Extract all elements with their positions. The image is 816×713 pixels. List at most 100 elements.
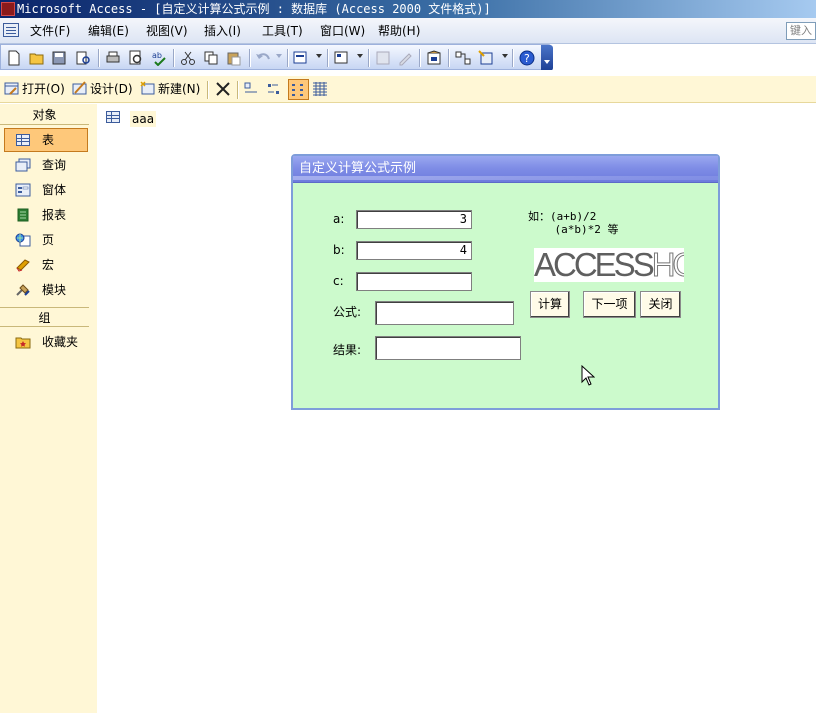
toolbar-separator bbox=[448, 49, 449, 67]
label-a: a: bbox=[333, 212, 345, 226]
menu-edit[interactable]: 编辑(E) bbox=[88, 23, 129, 39]
group-favorites[interactable]: 收藏夹 bbox=[4, 330, 88, 354]
toolbar-separator bbox=[173, 49, 174, 67]
design-button[interactable]: 设计(D) bbox=[72, 80, 133, 99]
office-links-icon[interactable] bbox=[293, 50, 309, 66]
object-macros-label: 宏 bbox=[42, 258, 55, 272]
formula-hint-line-1: 如：(a+b)/2 bbox=[528, 210, 597, 223]
close-button[interactable]: 关闭 bbox=[640, 291, 681, 318]
print-icon[interactable] bbox=[105, 50, 121, 66]
design-icon bbox=[72, 81, 87, 95]
object-forms-label: 窗体 bbox=[42, 183, 67, 197]
script-editor-icon[interactable] bbox=[397, 50, 413, 66]
menu-window[interactable]: 窗口(W) bbox=[320, 23, 365, 39]
macro-icon bbox=[16, 259, 30, 272]
table-entry-aaa[interactable]: aaa bbox=[130, 111, 157, 127]
favorites-folder-icon bbox=[15, 337, 31, 349]
input-c[interactable] bbox=[356, 272, 472, 291]
menu-file[interactable]: 文件(F) bbox=[30, 23, 70, 39]
copy-icon[interactable] bbox=[203, 50, 219, 66]
window-title-bar: Microsoft Access - [自定义计算公式示例 : 数据库 (Acc… bbox=[0, 0, 816, 18]
input-b[interactable]: 4 bbox=[356, 241, 472, 260]
groups-header[interactable]: 组 bbox=[0, 307, 89, 327]
title-decoration bbox=[293, 176, 718, 180]
object-forms[interactable]: 窗体 bbox=[4, 178, 88, 202]
toolbar-separator bbox=[98, 49, 99, 67]
office-links-dropdown[interactable] bbox=[316, 54, 322, 58]
svg-text:ab: ab bbox=[152, 51, 162, 60]
menu-insert[interactable]: 插入(I) bbox=[204, 23, 241, 39]
file-search-icon[interactable] bbox=[75, 50, 91, 66]
code-icon[interactable] bbox=[375, 50, 391, 66]
delete-icon[interactable] bbox=[215, 81, 231, 97]
new-object-icon[interactable] bbox=[478, 50, 494, 66]
dialog-title-bar[interactable]: 自定义计算公式示例 bbox=[293, 156, 718, 183]
print-preview-icon[interactable] bbox=[128, 50, 144, 66]
label-b: b: bbox=[333, 243, 345, 257]
toolbar-separator bbox=[419, 49, 420, 67]
toolbar-options-button[interactable] bbox=[541, 45, 553, 71]
objects-pane-scroll-area bbox=[89, 104, 97, 713]
save-icon[interactable] bbox=[51, 50, 67, 66]
object-modules[interactable]: 模块 bbox=[4, 278, 88, 302]
relationships-icon[interactable] bbox=[455, 50, 471, 66]
object-macros[interactable]: 宏 bbox=[4, 253, 88, 277]
new-button[interactable]: 新建(N) bbox=[140, 80, 200, 99]
design-label: 设计(D) bbox=[90, 82, 133, 96]
object-queries[interactable]: 查询 bbox=[4, 153, 88, 177]
properties-icon[interactable] bbox=[426, 50, 442, 66]
access-app-icon[interactable] bbox=[1, 2, 15, 16]
toolbar-separator bbox=[287, 49, 288, 67]
undo-dropdown[interactable] bbox=[276, 54, 282, 58]
details-view-icon[interactable] bbox=[312, 81, 328, 97]
favorites-label: 收藏夹 bbox=[42, 335, 79, 349]
standard-toolbar: ab ? bbox=[0, 44, 553, 71]
calculate-button[interactable]: 计算 bbox=[530, 291, 570, 318]
menu-tools[interactable]: 工具(T) bbox=[262, 23, 303, 39]
large-icons-view-icon[interactable] bbox=[243, 81, 259, 97]
object-reports[interactable]: 报表 bbox=[4, 203, 88, 227]
menu-bar: 文件(F) 编辑(E) 视图(V) 插入(I) 工具(T) 窗口(W) 帮助(H… bbox=[0, 18, 816, 44]
input-formula[interactable] bbox=[375, 301, 514, 325]
window-title: Microsoft Access - [自定义计算公式示例 : 数据库 (Acc… bbox=[17, 2, 491, 16]
cut-icon[interactable] bbox=[180, 50, 196, 66]
object-tables[interactable]: 表 bbox=[4, 128, 88, 152]
open-button[interactable]: 打开(O) bbox=[4, 80, 65, 99]
ask-question-box[interactable]: 键入 bbox=[786, 22, 816, 40]
query-icon bbox=[15, 158, 31, 172]
analyze-dropdown[interactable] bbox=[357, 54, 363, 58]
table-icon bbox=[16, 134, 30, 146]
paste-icon[interactable] bbox=[226, 50, 242, 66]
object-modules-label: 模块 bbox=[42, 283, 67, 297]
spelling-icon[interactable]: ab bbox=[151, 50, 167, 66]
small-icons-view-icon[interactable] bbox=[266, 81, 282, 97]
object-pages[interactable]: 页 bbox=[4, 228, 88, 252]
list-view-button[interactable] bbox=[288, 79, 309, 100]
toolbar-separator bbox=[368, 49, 369, 67]
toolbar-separator bbox=[249, 49, 250, 67]
open-folder-icon[interactable] bbox=[29, 50, 45, 66]
undo-icon[interactable] bbox=[255, 50, 271, 66]
label-result: 结果: bbox=[333, 343, 362, 357]
menu-view[interactable]: 视图(V) bbox=[146, 23, 188, 39]
dialog-title: 自定义计算公式示例 bbox=[299, 161, 417, 176]
menu-help[interactable]: 帮助(H) bbox=[378, 23, 420, 39]
output-result[interactable] bbox=[375, 336, 521, 360]
objects-header[interactable]: 对象 bbox=[0, 105, 89, 125]
help-icon[interactable]: ? bbox=[519, 50, 535, 66]
object-tables-label: 表 bbox=[42, 133, 55, 147]
new-object-dropdown[interactable] bbox=[502, 54, 508, 58]
analyze-icon[interactable] bbox=[334, 50, 350, 66]
open-icon bbox=[4, 82, 19, 95]
next-item-button[interactable]: 下一项 bbox=[583, 291, 636, 318]
accesshome-logo: ACCESSHOME bbox=[534, 248, 684, 282]
database-window-icon[interactable] bbox=[3, 23, 19, 37]
formula-hint-line-2: (a*b)*2 等 bbox=[528, 223, 619, 236]
database-window-toolbar: 打开(O) 设计(D) 新建(N) bbox=[0, 76, 816, 103]
new-object-icon bbox=[140, 81, 155, 95]
new-icon[interactable] bbox=[6, 50, 22, 66]
page-icon bbox=[15, 233, 31, 247]
logo-text-access: ACCESS bbox=[534, 248, 655, 282]
svg-text:?: ? bbox=[524, 52, 530, 65]
input-a[interactable]: 3 bbox=[356, 210, 472, 229]
